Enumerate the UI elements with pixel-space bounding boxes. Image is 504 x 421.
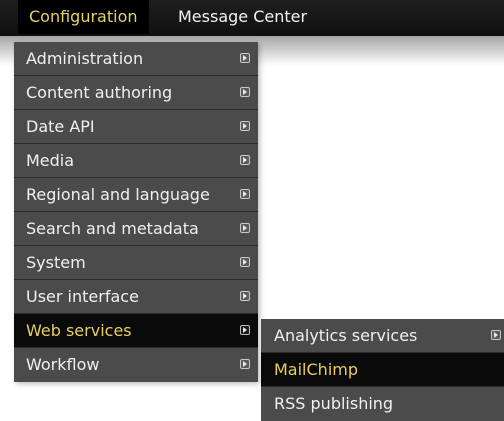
submenu-arrow-icon xyxy=(240,359,250,369)
submenu-item-mailchimp[interactable]: MailChimp xyxy=(261,353,504,387)
nav-message-center[interactable]: Message Center xyxy=(178,0,307,34)
menu-item-workflow[interactable]: Workflow xyxy=(14,348,258,382)
admin-toolbar: Configuration Message Center xyxy=(0,0,504,36)
menu-item-label: System xyxy=(26,253,86,272)
configuration-dropdown-menu: Administration Content authoring Date AP… xyxy=(14,42,258,382)
menu-item-system[interactable]: System xyxy=(14,246,258,280)
submenu-item-label: Analytics services xyxy=(274,326,418,345)
submenu-arrow-icon xyxy=(240,87,250,97)
menu-item-label: Date API xyxy=(26,117,95,136)
submenu-item-analytics-services[interactable]: Analytics services xyxy=(261,319,504,353)
submenu-item-label: RSS publishing xyxy=(274,394,394,413)
menu-item-label: User interface xyxy=(26,287,139,306)
menu-item-regional-and-language[interactable]: Regional and language xyxy=(14,178,258,212)
menu-item-web-services[interactable]: Web services xyxy=(14,314,258,348)
menu-item-search-and-metadata[interactable]: Search and metadata xyxy=(14,212,258,246)
nav-configuration[interactable]: Configuration xyxy=(18,0,149,34)
submenu-arrow-icon xyxy=(240,291,250,301)
submenu-arrow-icon xyxy=(240,121,250,131)
web-services-submenu: Analytics services MailChimp RSS publish… xyxy=(261,319,504,421)
submenu-arrow-icon xyxy=(240,325,250,335)
submenu-arrow-icon xyxy=(240,223,250,233)
menu-item-user-interface[interactable]: User interface xyxy=(14,280,258,314)
menu-item-content-authoring[interactable]: Content authoring xyxy=(14,76,258,110)
menu-item-date-api[interactable]: Date API xyxy=(14,110,258,144)
menu-item-label: Administration xyxy=(26,49,144,68)
menu-item-label: Workflow xyxy=(26,355,100,374)
menu-item-administration[interactable]: Administration xyxy=(14,42,258,76)
submenu-arrow-icon xyxy=(491,330,501,340)
submenu-arrow-icon xyxy=(240,257,250,267)
submenu-arrow-icon xyxy=(240,53,250,63)
submenu-arrow-icon xyxy=(240,155,250,165)
menu-item-label: Regional and language xyxy=(26,185,210,204)
menu-item-label: Media xyxy=(26,151,75,170)
menu-item-label: Search and metadata xyxy=(26,219,199,238)
submenu-item-label: MailChimp xyxy=(274,360,358,379)
menu-item-label: Content authoring xyxy=(26,83,173,102)
menu-item-label: Web services xyxy=(26,321,132,340)
submenu-arrow-icon xyxy=(240,189,250,199)
menu-item-media[interactable]: Media xyxy=(14,144,258,178)
